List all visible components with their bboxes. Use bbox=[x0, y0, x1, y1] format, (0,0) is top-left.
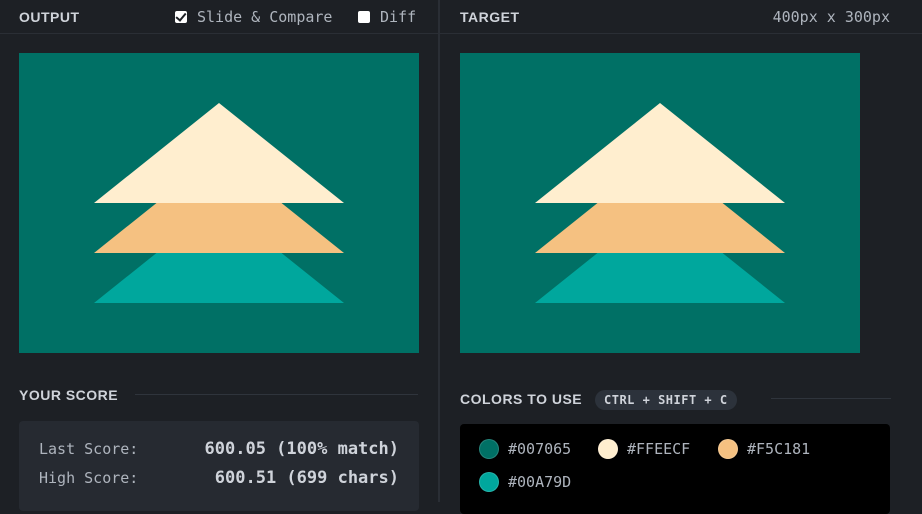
color-label: #FFEECF bbox=[627, 440, 691, 458]
high-score-label: High Score: bbox=[39, 469, 139, 487]
high-score-row: High Score: 600.51 (699 chars) bbox=[39, 467, 399, 489]
target-render bbox=[460, 53, 860, 353]
high-score-value: 600.51 (699 chars) bbox=[214, 468, 399, 488]
target-dimensions: 400px x 300px bbox=[772, 8, 890, 26]
target-canvas bbox=[460, 53, 860, 353]
output-panel: OUTPUT Slide & Compare Diff YOUR SCORE L… bbox=[0, 0, 438, 511]
score-card: Last Score: 600.05 (100% match) High Sco… bbox=[19, 421, 419, 511]
output-render bbox=[19, 53, 419, 353]
divider bbox=[135, 394, 418, 395]
colors-title: COLORS TO USE bbox=[460, 391, 583, 407]
color-swatch[interactable]: #FFEECF bbox=[598, 439, 690, 459]
checkbox-icon[interactable] bbox=[175, 11, 187, 23]
diff-checkbox[interactable]: Diff bbox=[358, 8, 416, 26]
color-label: #007065 bbox=[508, 440, 572, 458]
output-title: OUTPUT bbox=[19, 9, 80, 25]
colors-palette: #007065 #FFEECF #F5C181 #00A79D bbox=[460, 424, 890, 514]
last-score-label: Last Score: bbox=[39, 440, 139, 458]
target-panel: TARGET 400px x 300px COLORS TO USE CTRL … bbox=[440, 0, 922, 514]
copy-colors-shortcut: CTRL + SHIFT + C bbox=[595, 390, 737, 410]
target-header: TARGET 400px x 300px bbox=[440, 0, 922, 34]
color-swatch[interactable]: #007065 bbox=[479, 439, 571, 459]
color-swatch[interactable]: #F5C181 bbox=[718, 439, 810, 459]
slide-compare-label: Slide & Compare bbox=[197, 8, 333, 26]
color-dot bbox=[718, 439, 738, 459]
score-title: YOUR SCORE bbox=[19, 387, 119, 403]
output-canvas[interactable] bbox=[19, 53, 419, 353]
target-title: TARGET bbox=[460, 9, 520, 25]
slide-compare-checkbox[interactable]: Slide & Compare bbox=[175, 8, 332, 26]
color-dot bbox=[598, 439, 618, 459]
diff-label: Diff bbox=[380, 8, 417, 26]
output-header: OUTPUT Slide & Compare Diff bbox=[0, 0, 438, 34]
checkbox-icon[interactable] bbox=[358, 11, 370, 23]
last-score-row: Last Score: 600.05 (100% match) bbox=[39, 438, 399, 460]
color-dot bbox=[479, 472, 499, 492]
last-score-value: 600.05 (100% match) bbox=[204, 439, 399, 459]
color-dot bbox=[479, 439, 499, 459]
divider bbox=[771, 398, 891, 399]
color-label: #F5C181 bbox=[747, 440, 811, 458]
color-label: #00A79D bbox=[508, 473, 572, 491]
color-swatch[interactable]: #00A79D bbox=[479, 472, 571, 492]
